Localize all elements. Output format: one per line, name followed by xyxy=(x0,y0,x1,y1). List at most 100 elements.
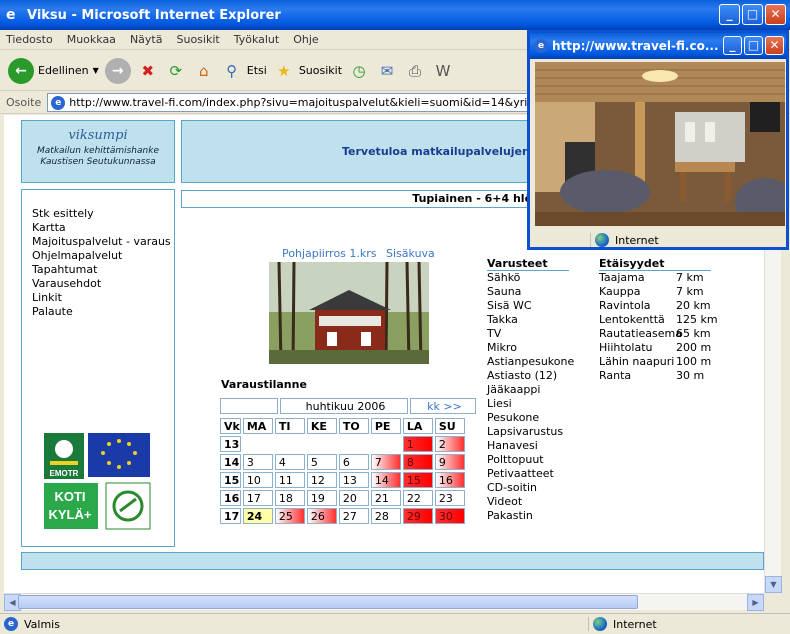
menu-favorites[interactable]: Suosikit xyxy=(176,33,219,46)
amenity-item: Liesi xyxy=(487,397,512,410)
week-number: 13 xyxy=(220,436,241,452)
distance-value: 65 km xyxy=(676,327,711,340)
calendar-day[interactable]: 25 xyxy=(274,508,305,524)
calendar-day[interactable]: 5 xyxy=(306,454,337,470)
calendar-day[interactable]: 18 xyxy=(274,490,305,506)
popup-title: http://www.travel-fi.co... xyxy=(552,39,719,53)
calendar-day[interactable]: 7 xyxy=(370,454,401,470)
close-button[interactable]: ✕ xyxy=(765,4,786,25)
calendar-day[interactable]: 10 xyxy=(242,472,273,488)
week-number: 15 xyxy=(220,472,241,488)
horizontal-scrollbar[interactable]: ◀ ▶ xyxy=(4,593,764,611)
calendar-day[interactable]: 22 xyxy=(402,490,433,506)
calendar-day[interactable]: 17 xyxy=(242,490,273,506)
search-button[interactable]: ⚲ Etsi xyxy=(221,60,267,82)
stop-icon[interactable]: ✖ xyxy=(137,60,159,82)
calendar-day xyxy=(307,436,337,452)
calendar-day[interactable]: 13 xyxy=(338,472,369,488)
favorites-button[interactable]: ★ Suosikit xyxy=(273,60,342,82)
maximize-button[interactable]: □ xyxy=(742,4,763,25)
forward-button[interactable]: → xyxy=(104,57,131,84)
calendar-header-7: SU xyxy=(434,418,465,434)
distance-value: 20 km xyxy=(676,299,711,312)
calendar-day[interactable]: 11 xyxy=(274,472,305,488)
amenities-title: Varusteet xyxy=(487,257,569,271)
nav-kartta[interactable]: Kartta xyxy=(32,221,174,235)
popup-minimize-button[interactable]: _ xyxy=(723,36,742,55)
address-input[interactable]: e http://www.travel-fi.com/index.php?siv… xyxy=(47,93,608,112)
next-month-link[interactable]: kk >> xyxy=(410,398,476,414)
popup-titlebar: e http://www.travel-fi.co... _ □ ✕ xyxy=(530,33,786,59)
calendar-day[interactable]: 6 xyxy=(338,454,369,470)
menu-tools[interactable]: Työkalut xyxy=(234,33,280,46)
menu-help[interactable]: Ohje xyxy=(293,33,318,46)
refresh-icon[interactable]: ⟳ xyxy=(165,60,187,82)
nav-majoituspalvelut[interactable]: Majoituspalvelut - varaus xyxy=(32,235,174,249)
distance-row: Taajama 7 km xyxy=(599,271,718,285)
menu-file[interactable]: Tiedosto xyxy=(6,33,53,46)
edit-icon[interactable]: W xyxy=(432,60,454,82)
status-bar: e Valmis Internet xyxy=(0,613,790,634)
address-url[interactable]: http://www.travel-fi.com/index.php?sivu=… xyxy=(69,96,570,109)
popup-maximize-button[interactable]: □ xyxy=(744,36,763,55)
back-button[interactable]: ← Edellinen ▼ xyxy=(8,57,99,84)
scroll-down-button[interactable]: ▼ xyxy=(765,576,782,593)
site-logo[interactable]: viksumpi Matkailun kehittämishanke Kaust… xyxy=(21,120,175,183)
interior-link[interactable]: Sisäkuva xyxy=(386,247,435,260)
amenity-item: Astiasto (12) xyxy=(487,369,558,382)
popup-window[interactable]: e http://www.travel-fi.co... _ □ ✕ Inter… xyxy=(527,30,789,250)
scroll-right-button[interactable]: ▶ xyxy=(747,594,764,611)
distances-title: Etäisyydet xyxy=(599,257,711,271)
calendar-day[interactable]: 14 xyxy=(370,472,401,488)
menu-view[interactable]: Näytä xyxy=(130,33,163,46)
logo-line1: Matkailun kehittämishanke xyxy=(37,146,159,156)
calendar-day[interactable]: 16 xyxy=(434,472,465,488)
distance-row: Rautatieasema 65 km xyxy=(599,327,718,341)
calendar-day[interactable]: 4 xyxy=(274,454,305,470)
amenity-item: Hanavesi xyxy=(487,439,538,452)
calendar-day[interactable]: 9 xyxy=(434,454,465,470)
popup-status-bar: Internet xyxy=(530,230,786,250)
amenity-item: Videot xyxy=(487,495,523,508)
mail-icon[interactable]: ✉ xyxy=(376,60,398,82)
calendar-day[interactable]: 19 xyxy=(306,490,337,506)
calendar-day[interactable]: 27 xyxy=(338,508,369,524)
nav-tapahtumat[interactable]: Tapahtumat xyxy=(32,263,174,277)
history-icon[interactable]: ◷ xyxy=(348,60,370,82)
print-icon[interactable]: ⎙ xyxy=(404,60,426,82)
back-dropdown-icon[interactable]: ▼ xyxy=(93,66,99,75)
nav-ohjelmapalvelut[interactable]: Ohjelmapalvelut xyxy=(32,249,174,263)
emotr-logo-icon: EMOTR KOTI KYLÄ+ xyxy=(44,433,151,530)
popup-close-button[interactable]: ✕ xyxy=(765,36,784,55)
menu-edit[interactable]: Muokkaa xyxy=(67,33,116,46)
week-number: 16 xyxy=(220,490,241,506)
nav-linkit[interactable]: Linkit xyxy=(32,291,174,305)
minimize-button[interactable]: _ xyxy=(719,4,740,25)
calendar-day[interactable]: 30 xyxy=(434,508,465,524)
search-label: Etsi xyxy=(246,64,267,77)
calendar-day[interactable]: 23 xyxy=(434,490,465,506)
calendar-day[interactable]: 21 xyxy=(370,490,401,506)
calendar-day[interactable]: 3 xyxy=(242,454,273,470)
calendar-day[interactable]: 12 xyxy=(306,472,337,488)
nav-stk-esittely[interactable]: Stk esittely xyxy=(32,207,174,221)
calendar-month: huhtikuu 2006 xyxy=(280,398,408,414)
sponsor-logos: EMOTR KOTI KYLÄ+ xyxy=(44,433,154,536)
floorplan-link[interactable]: Pohjapiirros 1.krs xyxy=(282,247,377,260)
calendar-day[interactable]: 26 xyxy=(306,508,337,524)
calendar-day[interactable]: 1 xyxy=(402,436,433,452)
nav-palaute[interactable]: Palaute xyxy=(32,305,174,319)
distance-row: Ranta 30 m xyxy=(599,369,718,383)
calendar-day[interactable]: 29 xyxy=(402,508,433,524)
horizontal-scroll-thumb[interactable] xyxy=(18,595,638,609)
calendar-day[interactable]: 2 xyxy=(434,436,465,452)
calendar-day[interactable]: 28 xyxy=(370,508,401,524)
calendar-day[interactable]: 20 xyxy=(338,490,369,506)
nav-varausehdot[interactable]: Varausehdot xyxy=(32,277,174,291)
distance-label: Lähin naapuri xyxy=(599,355,675,368)
house-photo[interactable] xyxy=(269,262,429,364)
calendar-day[interactable]: 8 xyxy=(402,454,433,470)
home-icon[interactable]: ⌂ xyxy=(193,60,215,82)
calendar-day[interactable]: 24 xyxy=(242,508,273,524)
calendar-day[interactable]: 15 xyxy=(402,472,433,488)
